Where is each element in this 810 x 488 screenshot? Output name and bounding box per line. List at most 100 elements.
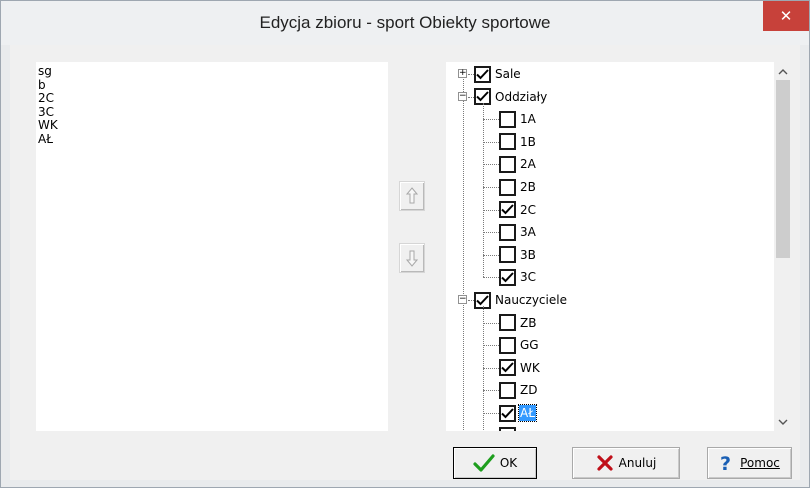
checkbox-unchecked[interactable]	[499, 381, 516, 399]
tree-group-label: Oddziały	[495, 89, 548, 104]
tree-leaf-label: 3B	[520, 247, 536, 262]
dialog-window: Edycja zbioru - sport Obiekty sportowe ✕…	[0, 0, 810, 488]
tree-leaf-node[interactable]: 2A	[499, 153, 537, 175]
checkbox-unchecked[interactable]	[499, 223, 516, 241]
tree-leaf-label: 2C	[520, 202, 537, 217]
tree-panel: + Sale − Oddziały 1A 1B 2A 2B 2C 3A 3B 3C − Nauczycie…	[446, 62, 792, 431]
cancel-button[interactable]: Anuluj	[572, 447, 680, 479]
tree-group-node[interactable]: Sale	[474, 63, 522, 85]
tree-connector	[483, 119, 499, 121]
help-button[interactable]: ? Pomoc	[707, 447, 792, 479]
selected-items-list[interactable]: sg b 2C 3C WK AŁ	[36, 62, 388, 431]
arrow-down-icon	[406, 250, 418, 267]
checkbox-unchecked[interactable]	[499, 155, 516, 173]
question-mark-icon: ?	[719, 453, 735, 473]
tree-leaf-node[interactable]: 2B	[499, 176, 537, 198]
window-title: Edycja zbioru - sport Obiekty sportowe	[259, 13, 551, 32]
tree-leaf-node[interactable]: 3A	[499, 221, 537, 243]
chevron-up-icon	[778, 68, 788, 74]
tree-leaf-node[interactable]: ZD	[499, 379, 538, 401]
tree-leaf-node[interactable]: 3C	[499, 266, 537, 288]
list-item[interactable]: WK	[38, 118, 388, 133]
tree-connector	[483, 102, 484, 278]
tree-leaf-label: WK	[520, 360, 540, 375]
tree-leaf-label-selected: AŁ	[518, 404, 537, 422]
checkbox-checked[interactable]	[499, 268, 516, 286]
tree-connector	[483, 322, 499, 324]
tree-leaf-label: 2B	[520, 180, 536, 194]
ok-label: OK	[499, 456, 518, 470]
tree-group-label: Nauczyciele	[495, 293, 567, 307]
checkmark-icon	[473, 454, 495, 472]
ok-button[interactable]: OK	[453, 447, 537, 479]
dialog-client-area: sg b 2C 3C WK AŁ + Sale − Oddziały 1A 1B 2A 2B 2C 3A 3B…	[10, 45, 800, 480]
tree-leaf-node[interactable]: AŁ	[499, 402, 537, 424]
tree-leaf-node[interactable]: RH	[499, 425, 538, 431]
tree-leaf-node[interactable]: 1B	[499, 131, 537, 153]
scroll-thumb[interactable]	[776, 80, 790, 258]
scroll-up-button[interactable]	[774, 62, 792, 80]
move-down-button[interactable]	[399, 243, 425, 273]
collapse-icon[interactable]: −	[458, 91, 467, 101]
svg-text:?: ?	[720, 453, 731, 473]
help-label: Pomoc	[740, 456, 780, 470]
cross-icon	[596, 454, 614, 472]
checkbox-unchecked[interactable]	[499, 178, 516, 196]
list-item[interactable]: sg	[38, 64, 388, 79]
tree-leaf-label: RH	[519, 428, 538, 431]
vertical-scrollbar[interactable]	[774, 62, 792, 431]
tree-connector	[483, 209, 499, 211]
tree-connector	[483, 164, 499, 166]
close-icon: ✕	[779, 7, 793, 25]
checkbox-checked[interactable]	[474, 65, 491, 83]
tree-leaf-label: 1B	[520, 134, 536, 149]
checkbox-unchecked[interactable]	[499, 246, 516, 264]
checkbox-unchecked[interactable]	[499, 427, 516, 431]
tree-leaf-label: GG	[520, 338, 539, 353]
tree-leaf-node[interactable]: ZB	[499, 312, 537, 334]
move-up-button[interactable]	[399, 181, 425, 211]
scroll-down-button[interactable]	[774, 413, 792, 431]
tree-leaf-node[interactable]: GG	[499, 334, 540, 356]
tree-connector	[483, 232, 499, 234]
checkbox-checked[interactable]	[499, 359, 516, 377]
tree-leaf-node[interactable]: 3B	[499, 244, 537, 266]
tree-group-node[interactable]: Oddziały	[474, 86, 548, 108]
tree-leaf-label: 1A	[520, 112, 536, 127]
cancel-label: Anuluj	[618, 456, 657, 470]
tree-leaf-node[interactable]: 1A	[499, 108, 537, 130]
list-item[interactable]: AŁ	[38, 132, 388, 147]
tree-leaf-label: 2A	[520, 157, 536, 172]
checkbox-unchecked[interactable]	[499, 314, 516, 332]
tree-connector	[483, 187, 499, 188]
checkbox-checked[interactable]	[499, 201, 516, 219]
checkbox-unchecked[interactable]	[499, 133, 516, 151]
close-button[interactable]: ✕	[763, 1, 809, 31]
checkbox-checked[interactable]	[499, 404, 516, 422]
tree-leaf-label: ZD	[520, 383, 538, 398]
tree-connector	[483, 367, 499, 369]
tree-leaf-label: ZB	[520, 315, 537, 330]
checkbox-unchecked[interactable]	[499, 110, 516, 128]
tree-connector	[483, 345, 499, 347]
tree-leaf-label: 3A	[520, 225, 536, 240]
tree-connector	[483, 413, 499, 414]
tree-group-node[interactable]: Nauczyciele	[474, 289, 568, 311]
title-bar[interactable]: Edycja zbioru - sport Obiekty sportowe ✕	[1, 1, 809, 45]
tree-leaf-node[interactable]: WK	[499, 357, 541, 379]
tree-connector	[483, 254, 499, 256]
collapse-icon[interactable]: −	[458, 295, 467, 304]
list-item[interactable]: b	[38, 78, 388, 93]
list-item[interactable]: 3C	[38, 105, 388, 120]
tree-leaf-node[interactable]: 2C	[499, 199, 537, 221]
objects-tree[interactable]: + Sale − Oddziały 1A 1B 2A 2B 2C 3A 3B 3C − Nauczycie…	[446, 62, 774, 431]
expand-icon[interactable]: +	[458, 69, 467, 78]
tree-group-label: Sale	[495, 67, 521, 81]
arrow-up-icon	[406, 187, 418, 204]
chevron-down-icon	[778, 419, 788, 425]
list-item[interactable]: 2C	[38, 91, 388, 106]
tree-leaf-label: 3C	[520, 270, 537, 285]
checkbox-unchecked[interactable]	[499, 336, 516, 354]
tree-connector	[483, 141, 499, 143]
tree-connector	[483, 390, 499, 392]
